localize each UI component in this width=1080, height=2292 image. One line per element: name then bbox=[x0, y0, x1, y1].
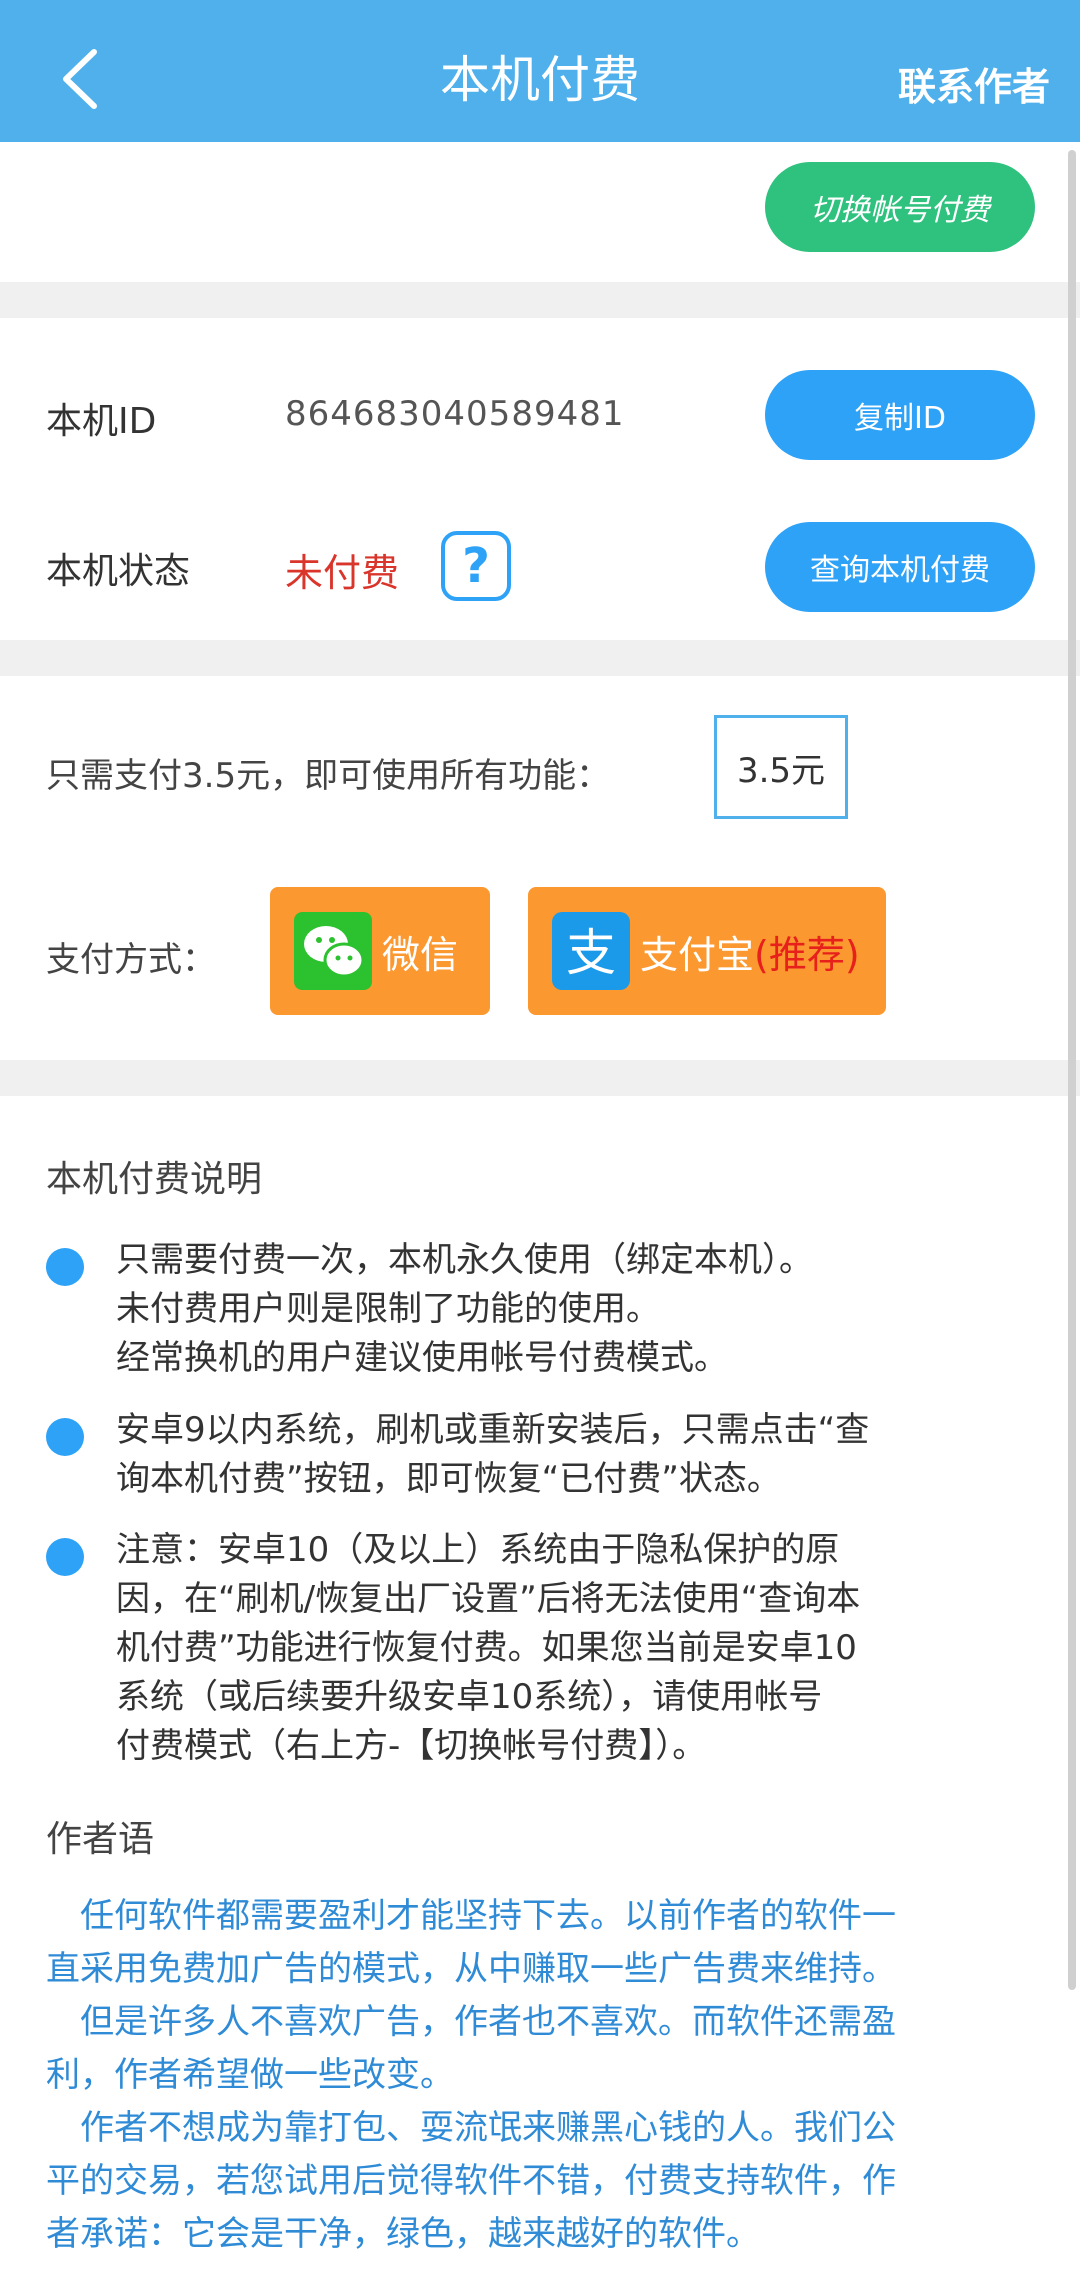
price-description: 只需支付3.5元，即可使用所有功能： bbox=[46, 756, 611, 796]
alipay-icon: 支 bbox=[552, 912, 630, 990]
scrollbar[interactable] bbox=[1068, 150, 1076, 1990]
section-divider bbox=[0, 640, 1080, 676]
switch-account-payment-button[interactable]: 切换帐号付费 bbox=[765, 162, 1035, 252]
alipay-recommend-tag: (推荐) bbox=[754, 932, 860, 977]
explanation-item-text: 注意：安卓10（及以上）系统由于隐私保护的原 因，在“刷机/恢复出厂设置”后将无… bbox=[116, 1530, 861, 1766]
price-value-box: 3.5元 bbox=[714, 715, 848, 819]
author-title: 作者语 bbox=[46, 1819, 155, 1860]
bullet-dot bbox=[46, 1418, 84, 1456]
bullet-dot bbox=[46, 1248, 84, 1286]
device-id-value: 864683040589481 bbox=[285, 394, 625, 434]
explanation-item-text: 只需要付费一次，本机永久使用（绑定本机）。 未付费用户则是限制了功能的使用。 经… bbox=[116, 1240, 813, 1378]
explanation-title: 本机付费说明 bbox=[46, 1159, 263, 1200]
device-status-value: 未付费 bbox=[285, 551, 400, 595]
contact-author-link[interactable]: 联系作者 bbox=[898, 56, 1050, 111]
device-status-label: 本机状态 bbox=[46, 551, 191, 592]
wechat-icon bbox=[294, 912, 372, 990]
svg-text:支: 支 bbox=[566, 924, 616, 982]
author-message: 任何软件都需要盈利才能坚持下去。以前作者的软件一 直采用免费加广告的模式，从中赚… bbox=[46, 1896, 896, 2254]
bullet-dot bbox=[46, 1538, 84, 1576]
alipay-label: 支付宝 bbox=[640, 932, 755, 977]
alipay-pay-button[interactable]: 支 支付宝 (推荐) bbox=[528, 887, 886, 1015]
copy-id-button[interactable]: 复制ID bbox=[765, 370, 1035, 460]
wechat-label: 微信 bbox=[382, 932, 459, 977]
payment-method-label: 支付方式： bbox=[46, 940, 216, 980]
wechat-pay-button[interactable]: 微信 bbox=[270, 887, 490, 1015]
explanation-item-text: 安卓9以内系统，刷机或重新安装后，只需点击“查 询本机付费”按钮，即可恢复“已付… bbox=[116, 1410, 870, 1499]
section-divider bbox=[0, 282, 1080, 318]
help-icon[interactable]: ? bbox=[441, 531, 511, 601]
query-payment-button[interactable]: 查询本机付费 bbox=[765, 522, 1035, 612]
app-header: 本机付费 联系作者 bbox=[0, 0, 1080, 142]
section-divider bbox=[0, 1060, 1080, 1096]
device-id-label: 本机ID bbox=[46, 401, 157, 442]
